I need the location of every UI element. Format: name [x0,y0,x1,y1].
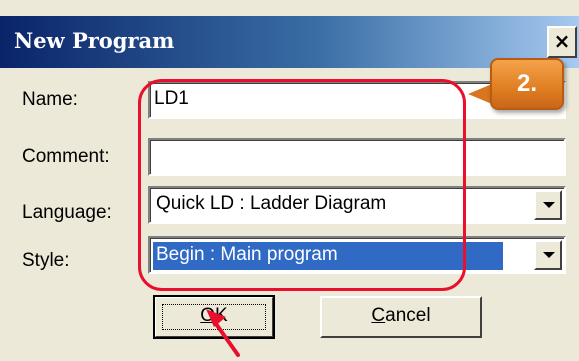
cancel-label: ancel [385,305,431,326]
close-icon: × [553,29,571,53]
comment-label: Comment: [22,146,110,167]
cancel-mnemonic: C [371,305,386,326]
cancel-button[interactable]: Cancel [320,296,482,338]
step-badge-pointer [468,84,492,104]
red-arrow-icon [206,309,240,357]
language-dropdown-button[interactable] [534,190,562,220]
window-title: New Program [14,28,175,53]
language-label: Language: [22,202,112,223]
chevron-down-icon [543,252,555,258]
style-label: Style: [22,250,70,271]
new-program-dialog: New Program × Name: LD1 Comment: Languag… [0,0,579,361]
name-label: Name: [22,89,78,110]
highlight-outline [138,79,466,291]
step-badge: 2. [490,58,564,110]
style-dropdown-button[interactable] [534,240,562,270]
chevron-down-icon [543,202,555,208]
close-button[interactable]: × [547,26,577,58]
